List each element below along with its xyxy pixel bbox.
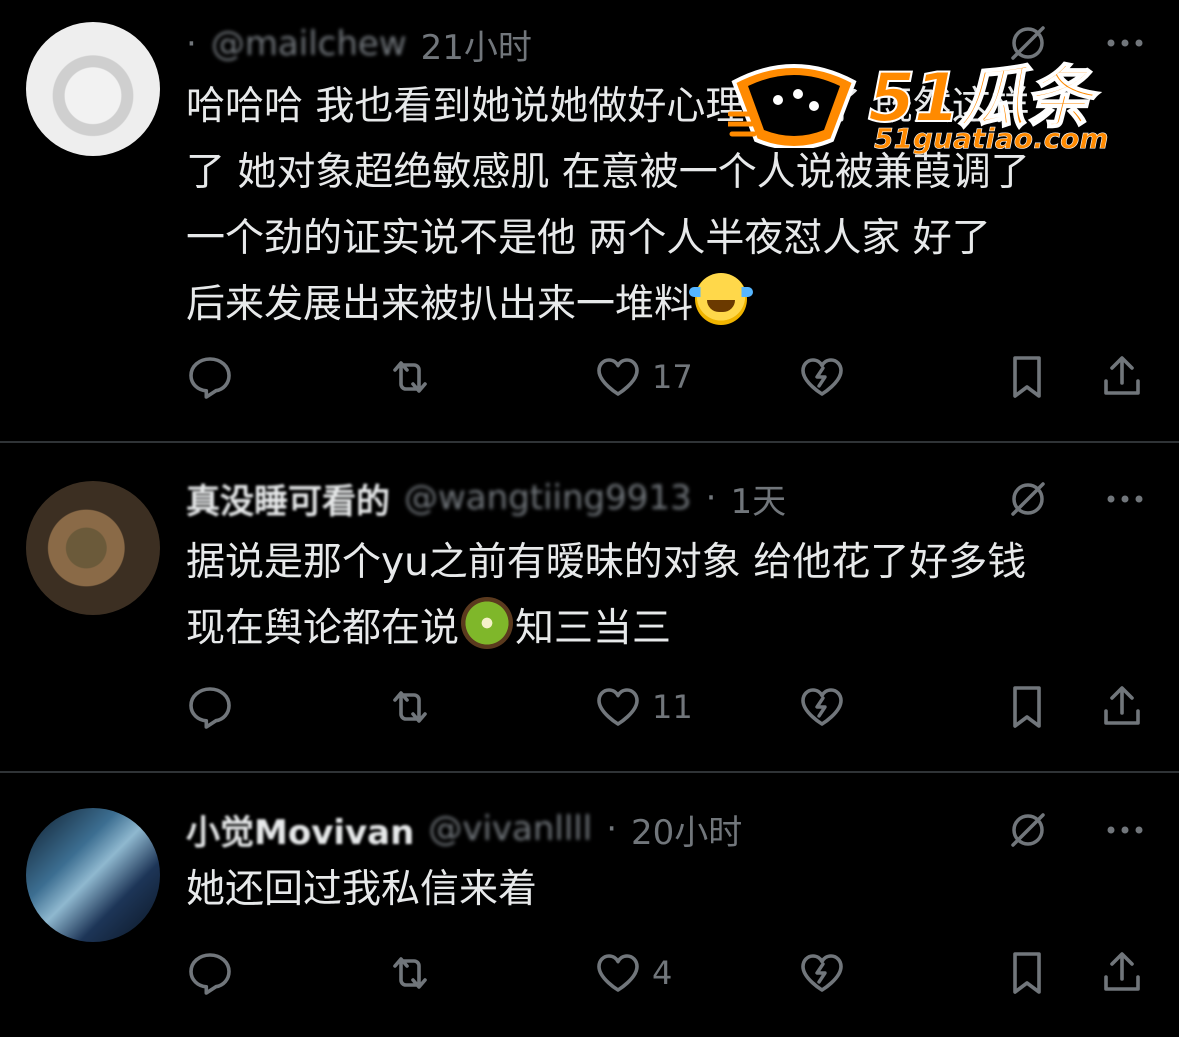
avatar[interactable]	[26, 808, 160, 942]
like-icon	[597, 688, 639, 726]
user-handle[interactable]: @vivanllll	[428, 809, 592, 849]
bookmark-icon	[1013, 686, 1041, 728]
reply-icon	[189, 687, 231, 729]
body-line: 她还回过我私信来着	[186, 867, 538, 912]
post-2[interactable]: 真没睡可看的 @wangtiing9913 · 1天 据说是那个yu之前有暧昧的…	[0, 443, 1179, 771]
dislike-icon	[801, 358, 843, 396]
like-button[interactable]: 4	[594, 948, 672, 998]
avatar[interactable]	[26, 481, 160, 615]
dislike-button[interactable]	[798, 682, 846, 732]
watermark-url: 51guatiao.com	[874, 122, 1109, 156]
bookmark-icon	[1013, 952, 1041, 994]
grok-icon[interactable]	[1007, 478, 1049, 520]
grok-icon[interactable]	[1007, 809, 1049, 851]
share-button[interactable]	[1098, 352, 1146, 402]
repost-icon	[393, 361, 427, 393]
body-line: 一个劲的证实说不是他 两个人半夜怼人家 好了	[186, 216, 991, 261]
joy-emoji-icon	[689, 273, 754, 325]
separator-dot: ·	[606, 809, 617, 849]
reply-button[interactable]	[186, 352, 234, 402]
more-icon[interactable]	[1105, 809, 1145, 851]
share-button[interactable]	[1098, 682, 1146, 732]
dislike-icon	[801, 688, 843, 726]
separator-dot: ·	[186, 24, 197, 64]
post-body: 她还回过我私信来着	[186, 857, 1146, 923]
separator-dot: ·	[705, 478, 717, 518]
bookmark-icon	[1013, 356, 1041, 398]
like-count: 11	[652, 688, 693, 726]
bookmark-button[interactable]	[1003, 948, 1051, 998]
post-header: 小觉Movivan @vivanllll · 20小时	[186, 809, 742, 853]
share-icon	[1104, 686, 1140, 725]
like-icon	[597, 358, 639, 396]
repost-icon	[393, 957, 427, 989]
watermark: 51瓜条 51guatiao.com	[728, 42, 1148, 162]
post-body: 据说是那个yu之前有暧昧的对象 给他花了好多钱 现在舆论都在说 知三当三	[186, 530, 1146, 662]
like-count: 4	[652, 954, 673, 992]
dislike-button[interactable]	[798, 352, 846, 402]
reply-button[interactable]	[186, 948, 234, 998]
display-name[interactable]: 小觉Movivan	[186, 805, 414, 854]
post-1[interactable]: · @mailchew 21小时 哈哈哈 我也看到她说她做好心理准备了 既然这样…	[0, 0, 1179, 441]
more-icon[interactable]	[1105, 478, 1145, 520]
post-time[interactable]: 21小时	[421, 20, 532, 69]
action-bar: 4	[186, 948, 1146, 998]
share-button[interactable]	[1098, 948, 1146, 998]
post-time[interactable]: 1天	[730, 474, 786, 523]
share-icon	[1104, 952, 1140, 991]
body-line-text: 现在舆论都在说	[186, 606, 460, 651]
share-icon	[1104, 356, 1140, 395]
body-line-text: 后来发展出来被扒出来一堆料	[186, 282, 694, 327]
body-line-with-emoji: 后来发展出来被扒出来一堆料	[186, 272, 1146, 338]
post-3[interactable]: 小觉Movivan @vivanllll · 20小时 她还回过我私信来着 4	[0, 773, 1179, 1037]
avatar[interactable]	[26, 22, 160, 156]
reply-button[interactable]	[186, 682, 234, 732]
repost-icon	[393, 691, 427, 723]
user-handle[interactable]: @mailchew	[211, 24, 407, 64]
like-icon	[597, 954, 639, 992]
reply-icon	[189, 357, 231, 399]
bookmark-button[interactable]	[1003, 352, 1051, 402]
post-time[interactable]: 20小时	[631, 805, 742, 854]
repost-button[interactable]	[386, 682, 434, 732]
reply-icon	[189, 953, 231, 995]
body-line-text: 知三当三	[515, 606, 672, 651]
bookmark-button[interactable]	[1003, 682, 1051, 732]
post-header: 真没睡可看的 @wangtiing9913 · 1天	[186, 478, 786, 522]
post-header: · @mailchew 21小时	[186, 24, 532, 68]
like-count: 17	[652, 358, 693, 396]
user-handle[interactable]: @wangtiing9913	[404, 478, 692, 518]
action-bar: 11	[186, 682, 1146, 732]
repost-button[interactable]	[386, 352, 434, 402]
action-bar: 17	[186, 352, 1146, 402]
body-line: 据说是那个yu之前有暧昧的对象 给他花了好多钱	[186, 540, 1027, 585]
dislike-icon	[801, 954, 843, 992]
repost-button[interactable]	[386, 948, 434, 998]
dislike-button[interactable]	[798, 948, 846, 998]
like-button[interactable]: 11	[594, 682, 693, 732]
watermelon-logo-icon	[728, 64, 857, 148]
display-name[interactable]: 真没睡可看的	[186, 474, 390, 523]
body-line-with-emoji: 现在舆论都在说 知三当三	[186, 596, 1146, 662]
kiwi-emoji-icon	[461, 597, 514, 649]
like-button[interactable]: 17	[594, 352, 693, 402]
